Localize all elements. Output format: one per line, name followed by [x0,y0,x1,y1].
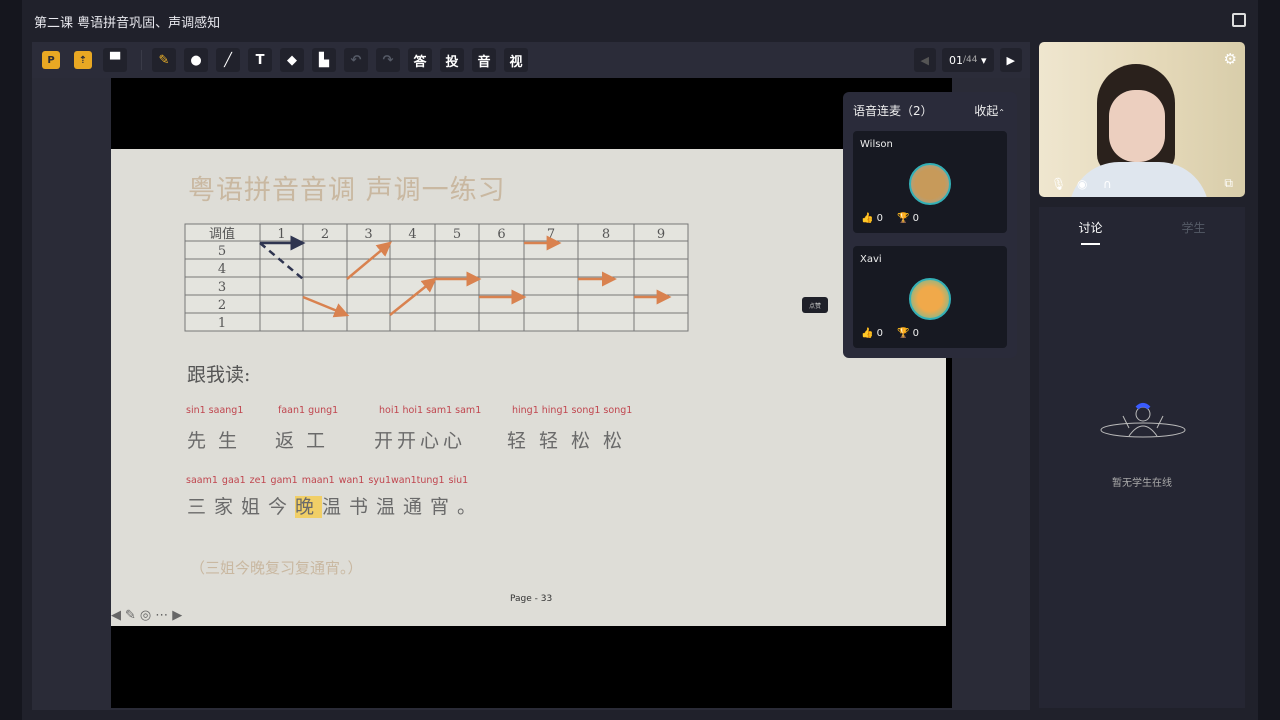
pinyin: hing1 hing1 song1 song1 [512,405,633,416]
blackboard-icon[interactable]: ▀ [103,48,127,72]
tab-students[interactable]: 学生 [1181,219,1205,236]
avatar [909,278,951,320]
window-title: 第二课 粤语拼音巩固、声调感知 [34,15,221,31]
window-icon[interactable] [1232,13,1246,27]
like-badge[interactable]: 点赞 [802,297,828,313]
undo-icon[interactable]: ↶ [344,48,368,72]
level-label: 2 [218,298,226,313]
more-icon[interactable]: ⋯ [155,608,168,623]
page-total: /44 [963,55,978,65]
pinyin: hoi1 hoi1 sam1 sam1 [379,405,482,416]
voice-panel-title: 语音连麦（2） [853,104,933,118]
menu-icon[interactable]: ◎ [140,608,151,623]
thumbs-up-icon: 👍 [861,213,874,224]
highlighted-char: 晚 [295,496,323,518]
pen-icon[interactable]: ✎ [125,608,136,623]
laser-pointer-icon[interactable]: ● [184,48,208,72]
person-shirt [1069,162,1209,197]
empty-state-text: 暂无学生在线 [1112,478,1172,489]
audio-icon[interactable]: 音 [472,48,496,72]
chevron-up-icon: ⌃ [998,108,1005,117]
microphone-icon[interactable]: 🎙 [1051,177,1066,191]
voice-panel: 语音连麦（2） 收起⌃ Wilson 👍 0 🏆 0 Xavi 👍 0 🏆 0 [843,92,1017,358]
upload-screen-icon[interactable]: ⇡ [74,51,92,69]
video-icon[interactable]: 视 [504,48,528,72]
toolbar-divider [141,50,142,70]
hanzi: 先生 [187,430,250,452]
column-label: 9 [657,227,665,242]
tab-discussion[interactable]: 讨论 [1078,219,1103,245]
tone-table: 调值 1 2 3 4 5 6 7 8 9 5 4 3 2 1 [184,223,689,332]
trophy-icon: 🏆 [897,213,910,224]
column-label: 7 [547,227,555,242]
redo-icon[interactable]: ↷ [376,48,400,72]
hanzi-part: 三家姐今 [187,496,296,518]
empty-illustration-icon [1100,403,1186,438]
column-label: 8 [602,227,610,242]
camera-icon[interactable]: ◉ [1077,177,1087,191]
eraser-icon[interactable]: ◆ [280,48,304,72]
slide-controls: ◀ ✎ ◎ ⋯ ▶ [111,608,182,623]
teacher-video: ⚙ 🎙 ◉ ∩ ⧉ [1039,42,1245,197]
member-card[interactable]: Wilson 👍 0 🏆 0 [853,131,1007,233]
person-face [1109,90,1165,162]
prev-page-button[interactable]: ◀ [913,48,937,72]
member-name: Xavi [860,254,882,265]
prev-arrow-icon[interactable]: ◀ [111,608,121,623]
next-arrow-icon[interactable]: ▶ [172,608,182,623]
settings-gear-icon[interactable]: ⚙ [1224,50,1237,68]
next-page-button[interactable]: ▶ [999,48,1022,72]
column-label: 6 [497,227,505,242]
follow-label: 跟我读: [187,364,251,386]
text-icon[interactable]: T [248,48,272,72]
side-panel: 讨论 学生 暂无学生在线 [1039,207,1245,708]
translation: （三姐今晚复习复通宵。） [190,559,363,577]
ppt-icon[interactable]: P [42,51,60,69]
page-current: 01 [949,53,964,67]
slide-title: 粤语拼音音调 声调一练习 [188,175,506,206]
member-card[interactable]: Xavi 👍 0 🏆 0 [853,246,1007,348]
pinyin: sin1 saang1 [186,405,244,416]
pinyin: saam1 gaa1 ze1 gam1 maan1 wan1 syu1wan1t… [186,475,469,486]
level-label: 3 [218,280,226,295]
column-label: 3 [364,227,372,242]
hanzi-sentence: 三家姐今晚温书温通宵。 [187,492,484,519]
title-bar: 第二课 粤语拼音巩固、声调感知 [22,0,1258,42]
level-label: 5 [218,244,226,259]
column-label: 1 [277,227,285,242]
answer-icon[interactable]: 答 [408,48,432,72]
line-icon[interactable]: ╱ [216,48,240,72]
avatar [909,163,951,205]
column-label: 2 [321,227,329,242]
pinyin: faan1 gung1 [278,405,339,416]
hanzi: 轻轻松松 [507,430,636,452]
level-label: 4 [218,262,226,277]
column-label: 5 [453,227,461,242]
vote-icon[interactable]: 投 [440,48,464,72]
trophy-count: 🏆 0 [897,213,920,224]
like-count: 👍 0 [861,328,884,339]
thumbs-up-icon: 👍 [861,328,874,339]
page-select[interactable]: 01/44 ▾ [942,48,994,72]
clear-brush-icon[interactable]: ▙ [312,48,336,72]
headset-icon[interactable]: ∩ [1103,177,1112,191]
collapse-label: 收起 [974,104,999,118]
hanzi: 开开心心 [374,430,467,452]
popout-icon[interactable]: ⧉ [1224,176,1233,191]
table-header: 调值 [209,226,235,242]
column-label: 4 [408,227,416,242]
page-number: Page - 33 [510,594,553,604]
trophy-icon: 🏆 [897,328,910,339]
pager: ◀ 01/44 ▾ ▶ [913,42,1030,78]
hanzi-part: 温书温通宵。 [322,496,485,518]
collapse-button[interactable]: 收起⌃ [974,102,1005,119]
like-count: 👍 0 [861,213,884,224]
level-label: 1 [218,316,226,331]
toolbar: P ⇡ ▀ ✎ ● ╱ T ◆ ▙ ↶ ↷ 答投音视 ◀ 01/44 ▾ ▶ [32,42,1030,78]
brush-icon[interactable]: ✎ [152,48,176,72]
hanzi: 返工 [275,430,338,452]
trophy-count: 🏆 0 [897,328,920,339]
member-name: Wilson [860,139,893,150]
